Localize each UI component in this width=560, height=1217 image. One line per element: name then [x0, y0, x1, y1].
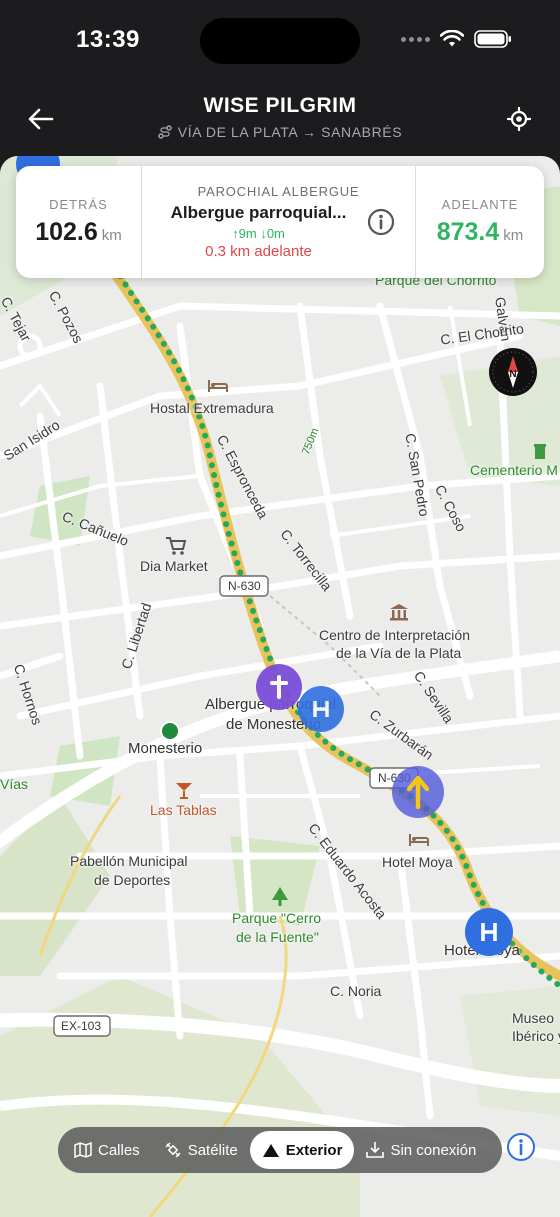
ahead-label: ADELANTE	[441, 197, 519, 212]
cross-icon	[270, 675, 288, 699]
download-icon	[366, 1142, 385, 1158]
status-icons	[401, 30, 512, 48]
svg-text:N: N	[509, 369, 516, 380]
route-name: VÍA DE LA PLATA → SANABRÉS	[177, 124, 403, 140]
map-label-dia-market: Dia Market	[140, 558, 208, 574]
map-label-parque-cerro-1: Parque "Cerro	[232, 910, 322, 926]
ahead-value-row: 873.4 km	[437, 218, 524, 247]
map-info-icon[interactable]	[506, 1132, 536, 1162]
map-view[interactable]: Parque del Chorrito Galván C. El Chorrit…	[0, 156, 560, 1217]
bed-icon	[208, 380, 228, 392]
behind-value: 102.6	[35, 218, 98, 246]
compass-icon: N	[492, 351, 534, 393]
map-label-pabellon-2: de Deportes	[94, 872, 171, 888]
hotel-moya-pin[interactable]	[465, 908, 513, 956]
map-label-monesterio: Monesterio	[128, 740, 203, 757]
map-label-museo-2: Ibérico y	[512, 1028, 560, 1044]
layer-exterior-label: Exterior	[285, 1141, 343, 1159]
elevation-down: ↓0m	[260, 226, 285, 241]
ahead-distance: ADELANTE 873.4 km	[416, 166, 544, 278]
town-marker[interactable]	[160, 721, 180, 741]
map-label-hotel-moya-a: Hotel Moya	[382, 854, 453, 870]
app-header: WISE PILGRIM VÍA DE LA PLATA → SANABRÉS	[0, 84, 560, 156]
info-icon[interactable]	[367, 208, 395, 236]
layer-satelite-label: Satélite	[187, 1141, 238, 1159]
map-label-centro-1: Centro de Interpretación	[319, 627, 470, 643]
status-bar: 13:39	[0, 0, 560, 84]
mountain-icon	[262, 1144, 279, 1157]
stage-info-card: DETRÁS 102.6 km PAROCHIAL ALBERGUE Alber…	[16, 166, 544, 278]
place-name: Albergue parroquial...	[170, 203, 347, 222]
route-icon	[158, 125, 172, 139]
page-title: WISE PILGRIM	[203, 94, 357, 117]
route-subtitle: VÍA DE LA PLATA → SANABRÉS	[0, 124, 560, 140]
cemetery-icon	[534, 444, 546, 459]
dynamic-island	[200, 18, 360, 64]
ahead-unit: km	[503, 227, 524, 244]
albergue-pin[interactable]	[256, 664, 302, 710]
map-label-cementerio: Cementerio M	[470, 462, 558, 478]
screen: 13:39 WISE PILGRIM VÍA DE LA PLATA → SAN…	[0, 0, 560, 1217]
layer-exterior[interactable]: Exterior	[249, 1131, 355, 1169]
ahead-value: 873.4	[436, 218, 500, 246]
crosshair-icon	[507, 107, 531, 131]
battery-icon	[474, 30, 511, 48]
map-label-museo-1: Museo	[512, 1010, 555, 1026]
place-type: PAROCHIAL ALBERGUE	[197, 184, 360, 199]
user-location-arrow	[392, 766, 444, 818]
layer-calles-label: Calles	[98, 1141, 140, 1159]
satellite-icon	[165, 1142, 181, 1158]
next-place[interactable]: PAROCHIAL ALBERGUE Albergue parroquial..…	[142, 166, 416, 278]
bed-icon	[409, 834, 429, 846]
layer-sin-conexion[interactable]: Sin conexión	[354, 1131, 488, 1169]
map-icon	[74, 1142, 92, 1158]
hotel-pin[interactable]	[298, 686, 344, 732]
hotel-icon	[313, 701, 329, 717]
cocktail-icon	[176, 783, 192, 799]
behind-unit: km	[101, 227, 122, 244]
map-layer-switcher: Calles Satélite Exterior Sin conexión	[58, 1127, 502, 1173]
arrow-up-icon	[407, 775, 429, 809]
layer-satelite[interactable]: Satélite	[152, 1131, 250, 1169]
layer-sin-conexion-label: Sin conexión	[390, 1141, 477, 1159]
locate-button[interactable]	[502, 102, 536, 136]
map-label-parque-cerro-2: de la Fuente"	[236, 929, 319, 945]
behind-value-row: 102.6 km	[35, 218, 122, 247]
tree-icon	[272, 887, 288, 906]
elevation-row: ↑9m ↓0m	[232, 226, 285, 241]
road-shield-ex103: EX-103	[61, 1019, 102, 1033]
layer-calles[interactable]: Calles	[62, 1131, 152, 1169]
museum-icon	[390, 604, 408, 621]
distance-ahead: 0.3 km adelante	[205, 243, 312, 260]
map-label-pabellon-1: Pabellón Municipal	[70, 853, 188, 869]
cellular-signal-icon	[401, 36, 430, 42]
cart-icon	[166, 537, 187, 555]
map-label-centro-2: de la Vía de la Plata	[336, 645, 462, 661]
hotel-icon	[481, 923, 497, 941]
map-label-las-tablas: Las Tablas	[150, 802, 217, 818]
map-label-noria: C. Noria	[330, 983, 382, 999]
behind-distance: DETRÁS 102.6 km	[16, 166, 142, 278]
elevation-up: ↑9m	[232, 226, 257, 241]
road-shield-n630-a: N-630	[228, 579, 261, 593]
wifi-icon	[440, 30, 464, 47]
map-label-hostal: Hostal Extremadura	[150, 400, 274, 416]
compass-button[interactable]: N	[489, 348, 537, 396]
behind-label: DETRÁS	[49, 197, 108, 212]
map-label-vias: Vías	[0, 776, 29, 792]
status-time: 13:39	[76, 26, 140, 53]
